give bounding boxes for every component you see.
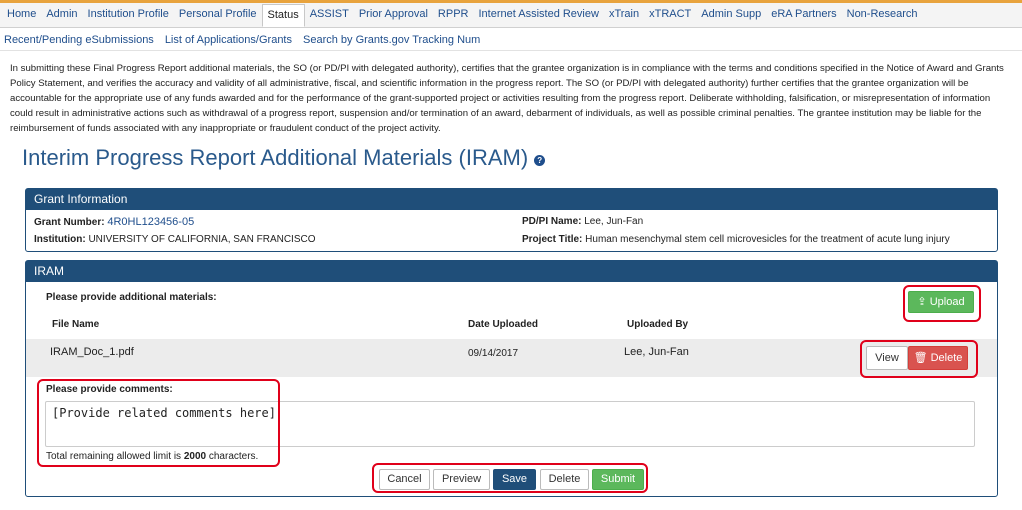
grant-number-row: Grant Number: 4R0HL123456-05 xyxy=(34,216,194,228)
table-row: IRAM_Doc_1.pdf 09/14/2017 Lee, Jun-Fan V… xyxy=(26,339,997,377)
uploaded-by-cell: Lee, Jun-Fan xyxy=(624,346,689,358)
date-uploaded-cell: 09/14/2017 xyxy=(468,348,519,359)
link-recent-pending-esubmissions[interactable]: Recent/Pending eSubmissions xyxy=(4,34,154,46)
project-title-value: Human mesenchymal stem cell microvesicle… xyxy=(585,234,950,245)
project-title-row: Project Title: Human mesenchymal stem ce… xyxy=(522,234,950,245)
page-title: Interim Progress Report Additional Mater… xyxy=(22,145,529,170)
tab-rppr[interactable]: RPPR xyxy=(433,3,474,27)
column-header-file-name: File Name xyxy=(52,319,100,330)
help-icon[interactable]: ? xyxy=(534,154,546,166)
link-list-of-applications-grants[interactable]: List of Applications/Grants xyxy=(165,34,292,46)
tab-assist[interactable]: ASSIST xyxy=(305,3,354,27)
link-search-by-tracking-num[interactable]: Search by Grants.gov Tracking Num xyxy=(303,34,480,46)
project-title-label: Project Title: xyxy=(522,234,583,245)
tab-internet-assisted-review[interactable]: Internet Assisted Review xyxy=(473,3,603,27)
column-header-date-uploaded: Date Uploaded xyxy=(468,319,539,330)
grant-information-header: Grant Information xyxy=(26,189,997,210)
institution-label: Institution: xyxy=(34,234,86,245)
institution-row: Institution: UNIVERSITY OF CALIFORNIA, S… xyxy=(34,234,316,245)
tab-admin-supp[interactable]: Admin Supp xyxy=(696,3,766,27)
tab-xtract[interactable]: xTRACT xyxy=(644,3,696,27)
grant-number-label: Grant Number: xyxy=(34,217,105,228)
tab-personal-profile[interactable]: Personal Profile xyxy=(174,3,262,27)
pdpi-value: Lee, Jun-Fan xyxy=(584,216,644,227)
grant-number-link[interactable]: 4R0HL123456-05 xyxy=(107,216,194,228)
sub-navigation: Recent/Pending eSubmissions List of Appl… xyxy=(0,29,1022,51)
top-navigation: Home Admin Institution Profile Personal … xyxy=(0,0,1022,28)
institution-value: UNIVERSITY OF CALIFORNIA, SAN FRANCISCO xyxy=(88,234,316,245)
highlight-upload xyxy=(903,285,981,322)
file-name-cell[interactable]: IRAM_Doc_1.pdf xyxy=(50,346,134,358)
tab-era-partners[interactable]: eRA Partners xyxy=(766,3,841,27)
tab-xtrain[interactable]: xTrain xyxy=(604,3,644,27)
tab-non-research[interactable]: Non-Research xyxy=(842,3,923,27)
highlight-comments xyxy=(37,379,280,467)
pdpi-label: PD/PI Name: xyxy=(522,216,582,227)
certification-statement: In submitting these Final Progress Repor… xyxy=(10,63,1004,134)
highlight-view-delete xyxy=(860,340,978,378)
materials-label: Please provide additional materials: xyxy=(46,292,217,303)
page-title-row: Interim Progress Report Additional Mater… xyxy=(22,145,546,171)
tab-prior-approval[interactable]: Prior Approval xyxy=(354,3,433,27)
pdpi-row: PD/PI Name: Lee, Jun-Fan xyxy=(522,216,643,227)
iram-header: IRAM xyxy=(26,261,997,282)
tab-institution-profile[interactable]: Institution Profile xyxy=(83,3,174,27)
grant-information-panel: Grant Information Grant Number: 4R0HL123… xyxy=(25,188,998,252)
tab-status[interactable]: Status xyxy=(261,4,305,27)
highlight-action-buttons xyxy=(372,463,648,493)
tab-home[interactable]: Home xyxy=(2,3,41,27)
column-header-uploaded-by: Uploaded By xyxy=(627,319,689,330)
tab-admin[interactable]: Admin xyxy=(41,3,82,27)
